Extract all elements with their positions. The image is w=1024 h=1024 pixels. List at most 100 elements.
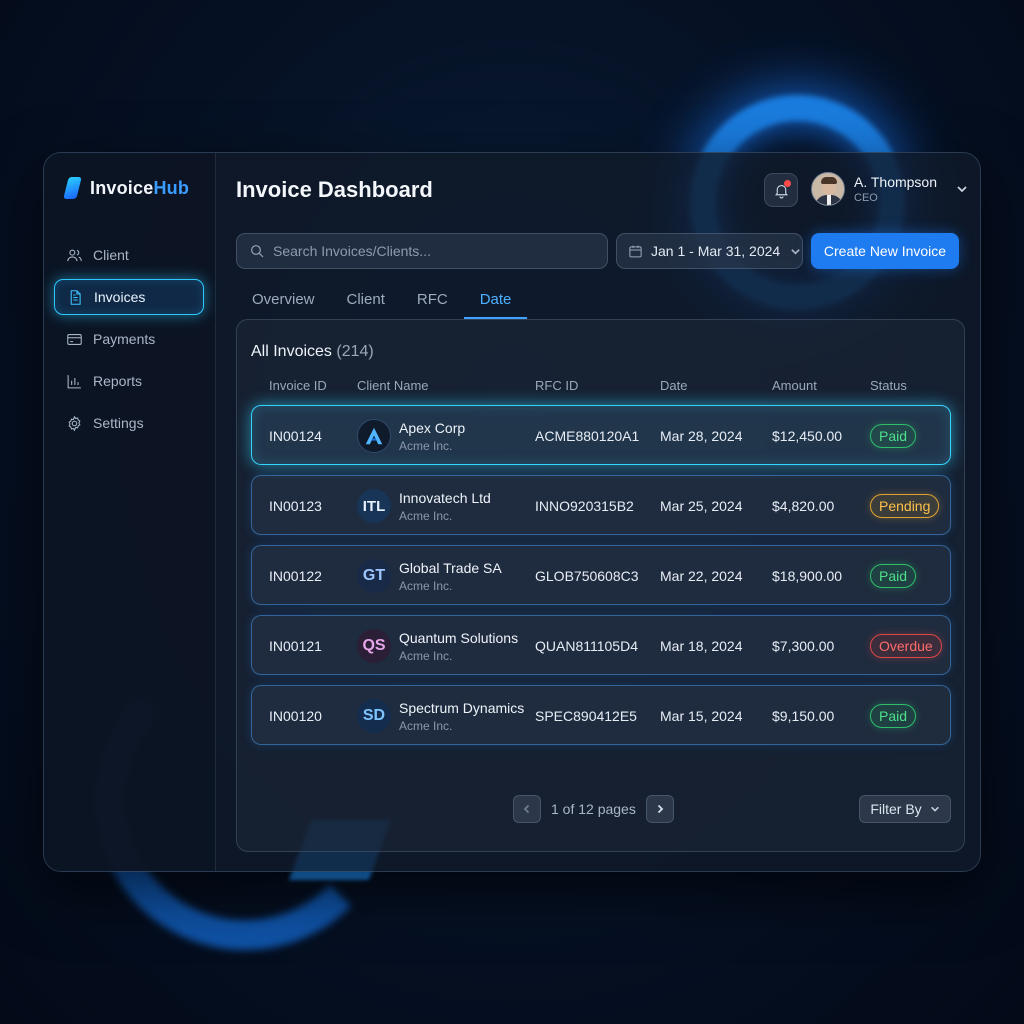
invoice-date: Mar 15, 2024 (660, 708, 743, 724)
invoice-id: IN00123 (269, 498, 322, 514)
sidebar-item-settings[interactable]: Settings (54, 405, 204, 441)
client-parent: Acme Inc. (399, 648, 453, 663)
brand-logo-icon (64, 177, 82, 199)
client-name: Innovatech Ltd (399, 489, 491, 506)
client-cell: SD Spectrum Dynamics Acme Inc. (357, 686, 524, 746)
brand-name: InvoiceHub (90, 178, 189, 199)
client-name: Quantum Solutions (399, 629, 519, 646)
date-range-picker[interactable]: Jan 1 - Mar 31, 2024 (616, 233, 803, 269)
filter-label: Filter By (870, 801, 922, 817)
user-role: CEO (854, 192, 878, 204)
app-window: InvoiceHub Client Invoices Payments Repo… (43, 152, 981, 872)
invoice-date: Mar 25, 2024 (660, 498, 743, 514)
invoice-date: Mar 28, 2024 (660, 428, 743, 444)
sidebar-nav: Client Invoices Payments Reports Setting… (54, 237, 204, 447)
status-cell: Paid (870, 546, 917, 606)
user-menu[interactable]: A. Thompson CEO (811, 172, 968, 206)
main-content: Invoice Dashboard A. Thompson CEO Search… (216, 153, 980, 871)
client-name: Apex Corp (399, 419, 466, 436)
sidebar-item-label: Payments (93, 331, 156, 347)
client-cell: GT Global Trade SA Acme Inc. (357, 546, 502, 606)
tab-client[interactable]: Client (331, 287, 401, 319)
client-cell: ITL Innovatech Ltd Acme Inc. (357, 476, 491, 536)
gear-icon (68, 415, 81, 431)
table-row[interactable]: IN00123 ITL Innovatech Ltd Acme Inc. INN… (251, 475, 951, 535)
client-name: Spectrum Dynamics (399, 699, 525, 716)
page-title: Invoice Dashboard (236, 177, 433, 202)
sidebar: InvoiceHub Client Invoices Payments Repo… (44, 153, 216, 871)
tab-overview[interactable]: Overview (236, 287, 331, 319)
column-header-invoice-id[interactable]: Invoice ID (269, 378, 327, 393)
invoice-id: IN00122 (269, 568, 322, 584)
avatar-hair (821, 177, 837, 184)
invoice-amount: $7,300.00 (772, 638, 835, 654)
chevron-left-icon (523, 804, 530, 814)
column-header-rfc-id[interactable]: RFC ID (535, 378, 578, 393)
chevron-down-icon (930, 806, 939, 812)
notification-dot-icon (784, 180, 791, 187)
user-info: A. Thompson CEO (854, 174, 937, 204)
brand[interactable]: InvoiceHub (64, 177, 189, 199)
status-badge: Overdue (870, 634, 942, 658)
client-cell: QS Quantum Solutions Acme Inc. (357, 616, 518, 676)
invoices-panel: All Invoices (214) Invoice ID Client Nam… (236, 319, 965, 852)
users-icon (67, 249, 82, 261)
sidebar-item-payments[interactable]: Payments (54, 321, 204, 357)
apex-logo-icon (357, 419, 391, 453)
apex-a-icon (365, 427, 383, 445)
user-name: A. Thompson (854, 174, 938, 190)
previous-page-button[interactable] (513, 795, 541, 823)
invoice-count: (214) (336, 343, 374, 360)
invoice-id: IN00124 (269, 428, 322, 444)
sidebar-item-reports[interactable]: Reports (54, 363, 204, 399)
pagination: 1 of 12 pages (513, 795, 674, 823)
status-badge: Paid (870, 424, 917, 448)
next-page-button[interactable] (645, 795, 674, 823)
avatar-shirt (827, 195, 831, 205)
chevron-right-icon (657, 804, 664, 814)
column-header-amount[interactable]: Amount (772, 378, 817, 393)
bar-chart-icon (67, 374, 81, 388)
sidebar-item-label: Reports (93, 373, 143, 389)
invoice-amount: $12,450.00 (772, 428, 843, 444)
table-row[interactable]: IN00120 SD Spectrum Dynamics Acme Inc. S… (251, 685, 951, 745)
client-name: Global Trade SA (399, 559, 502, 576)
client-text: Innovatech Ltd Acme Inc. (399, 490, 491, 523)
sidebar-item-label: Settings (93, 415, 144, 431)
invoice-date: Mar 18, 2024 (660, 638, 743, 654)
client-text: Apex Corp Acme Inc. (399, 420, 465, 453)
status-badge: Pending (870, 494, 940, 518)
client-parent: Acme Inc. (399, 578, 453, 593)
sidebar-item-invoices[interactable]: Invoices (54, 279, 204, 315)
chevron-down-icon (957, 186, 967, 193)
table-row[interactable]: IN00122 GT Global Trade SA Acme Inc. GLO… (251, 545, 951, 605)
invoice-amount: $4,820.00 (772, 498, 835, 514)
invoice-amount: $9,150.00 (772, 708, 835, 724)
rfc-id: ACME880120A1 (535, 428, 640, 444)
tab-rfc[interactable]: RFC (401, 287, 464, 319)
search-box[interactable] (236, 233, 608, 269)
client-parent: Acme Inc. (399, 508, 453, 523)
rfc-id: SPEC890412E5 (535, 708, 637, 724)
search-input[interactable] (273, 243, 607, 259)
column-header-client-name[interactable]: Client Name (357, 378, 429, 393)
invoice-id: IN00121 (269, 638, 322, 654)
client-parent: Acme Inc. (399, 718, 453, 733)
brand-name-accent: Hub (153, 177, 190, 198)
status-cell: Overdue (870, 616, 942, 676)
tab-date[interactable]: Date (463, 287, 528, 319)
table-row[interactable]: IN00121 QS Quantum Solutions Acme Inc. Q… (251, 615, 951, 675)
rfc-id: QUAN811105D4 (535, 638, 638, 654)
sidebar-item-label: Invoices (94, 289, 146, 305)
sidebar-item-client[interactable]: Client (54, 237, 204, 273)
panel-title-text: All Invoices (251, 343, 332, 360)
table-row[interactable]: IN00124 Apex Corp Acme Inc. ACME880120A1… (251, 405, 951, 465)
client-logo: ITL (357, 489, 391, 523)
rfc-id: INNO920315B2 (535, 498, 634, 514)
column-header-date[interactable]: Date (660, 378, 687, 393)
column-header-status[interactable]: Status (870, 378, 907, 393)
invoice-id: IN00120 (269, 708, 322, 724)
notifications-button[interactable] (764, 173, 798, 207)
create-invoice-button[interactable]: Create New Invoice (811, 233, 959, 269)
filter-by-button[interactable]: Filter By (859, 795, 951, 823)
